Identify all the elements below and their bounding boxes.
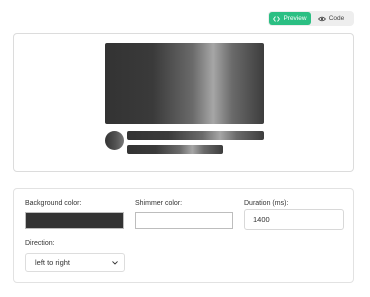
preview-button[interactable]: Preview [269, 12, 311, 25]
background-color-picker[interactable] [25, 212, 124, 229]
code-label: Code [328, 15, 345, 22]
direction-select[interactable]: left to right [25, 253, 125, 272]
duration-input[interactable]: 1400 [244, 209, 344, 230]
chevron-down-icon [112, 260, 118, 264]
eye-icon [317, 16, 326, 21]
skeleton-image-block [105, 43, 264, 124]
preview-label: Preview [283, 15, 307, 22]
preview-panel [13, 33, 354, 172]
skeleton-avatar [105, 131, 124, 150]
duration-label: Duration (ms): [244, 200, 289, 207]
code-brackets-icon [273, 15, 281, 22]
shimmer-color-label: Shimmer color: [135, 200, 183, 207]
direction-label: Direction: [25, 240, 55, 247]
duration-value: 1400 [253, 215, 270, 224]
skeleton-text-line-2 [127, 145, 223, 154]
settings-panel: Background color: Shimmer color: Duratio… [13, 188, 354, 283]
background-color-label: Background color: [25, 200, 82, 207]
skeleton-text-line-1 [127, 131, 264, 140]
shimmer-color-picker[interactable] [135, 212, 233, 229]
code-button[interactable]: Code [311, 12, 351, 25]
view-toggle: Preview Code [268, 11, 354, 26]
direction-value: left to right [35, 258, 71, 267]
